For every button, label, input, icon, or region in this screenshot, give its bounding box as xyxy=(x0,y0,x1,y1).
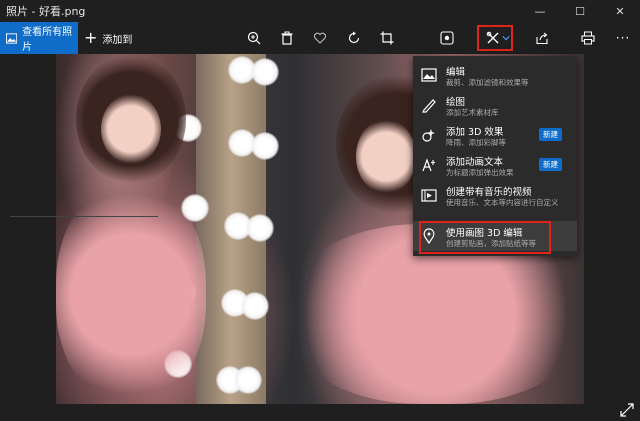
maximize-button[interactable]: ☐ xyxy=(560,0,600,22)
view-all-photos-button[interactable]: 查看所有照片 xyxy=(0,22,78,54)
add-to-label: 添加到 xyxy=(102,34,133,46)
light-bulb xyxy=(241,292,269,320)
minimize-button[interactable]: — xyxy=(520,0,560,22)
menu-item-title: 创建带有音乐的视频 xyxy=(446,187,532,198)
video-icon xyxy=(421,189,437,202)
enhance-icon[interactable] xyxy=(438,29,456,47)
edit-create-highlight xyxy=(477,25,513,51)
subject-face xyxy=(356,119,416,194)
light-bulb xyxy=(251,132,279,160)
menu-item-subtitle: 添加艺术素材库 xyxy=(446,108,499,117)
menu-item-title: 添加 3D 效果 xyxy=(446,127,504,138)
menu-item-edit[interactable]: 编辑 裁剪、添加滤镜和效果等 xyxy=(413,60,577,90)
menu-item-title: 添加动画文本 xyxy=(446,157,504,168)
heart-icon[interactable] xyxy=(311,29,329,47)
window-title: 照片 - 好看.png xyxy=(6,5,86,18)
delete-icon[interactable] xyxy=(278,29,296,47)
menu-item-add-animated-text[interactable]: 添加动画文本 为标题添加弹出效果 新建 xyxy=(413,150,577,180)
menu-item-subtitle: 降雨、添加彩脚等 xyxy=(446,138,506,147)
menu-item-subtitle: 裁剪、添加滤镜和效果等 xyxy=(446,78,529,87)
reflection-dress xyxy=(56,184,206,404)
image-edit-icon xyxy=(421,68,437,82)
light-bulb xyxy=(234,366,262,394)
view-all-photos-label: 查看所有照片 xyxy=(22,27,73,53)
more-icon[interactable]: ··· xyxy=(614,29,632,47)
menu-item-title: 绘图 xyxy=(446,97,466,108)
zoom-icon[interactable] xyxy=(245,29,263,47)
menu-item-draw[interactable]: 绘图 添加艺术素材库 xyxy=(413,90,577,120)
reflection-face xyxy=(101,94,161,164)
close-button[interactable]: ✕ xyxy=(600,0,640,22)
menu-item-subtitle: 为标题添加弹出效果 xyxy=(446,168,514,177)
3d-effects-icon xyxy=(422,129,435,142)
menu-divider xyxy=(10,216,158,217)
fullscreen-icon[interactable] xyxy=(620,403,634,417)
toolbar: 查看所有照片 + 添加到 ··· xyxy=(0,22,640,54)
animated-text-icon xyxy=(422,158,435,172)
light-bulb xyxy=(246,214,274,242)
paint-3d-highlight xyxy=(419,221,551,254)
share-icon[interactable] xyxy=(533,29,551,47)
crop-icon[interactable] xyxy=(378,29,396,47)
plus-icon: + xyxy=(84,28,98,47)
menu-item-subtitle: 使用音乐、文本等内容进行自定义 xyxy=(446,198,559,207)
add-to-button[interactable]: + 添加到 xyxy=(84,22,132,54)
menu-item-title: 编辑 xyxy=(446,67,466,78)
menu-item-add-3d-effects[interactable]: 添加 3D 效果 降雨、添加彩脚等 新建 xyxy=(413,120,577,150)
pen-icon xyxy=(422,99,436,113)
photos-icon xyxy=(6,32,18,44)
light-bulb xyxy=(251,58,279,86)
new-badge: 新建 xyxy=(539,128,562,141)
new-badge: 新建 xyxy=(539,158,562,171)
menu-item-create-video[interactable]: 创建带有音乐的视频 使用音乐、文本等内容进行自定义 xyxy=(413,180,577,210)
rotate-icon[interactable] xyxy=(345,29,363,47)
print-icon[interactable] xyxy=(579,29,597,47)
